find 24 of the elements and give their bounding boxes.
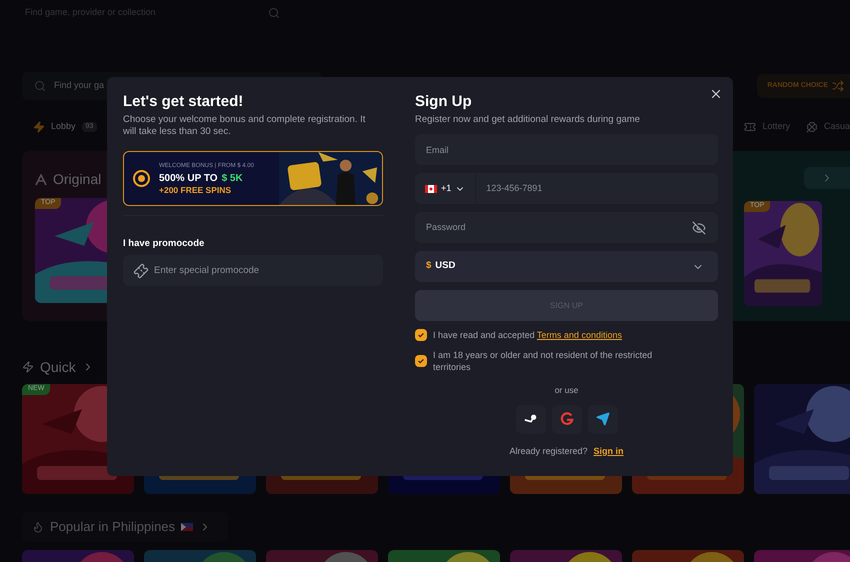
country-code-select[interactable]: +1 — [415, 173, 476, 204]
already-registered-text: Already registered? — [509, 444, 588, 458]
section-title: Quick — [40, 358, 76, 377]
terms-link[interactable]: Terms and conditions — [536, 330, 622, 340]
promocode-field[interactable]: Enter special promocode — [123, 255, 383, 286]
bonus-headline: 500% UP TO — [159, 173, 218, 185]
sign-in-link[interactable]: Sign in — [594, 444, 624, 458]
section-title: Popular in Philippines — [50, 518, 176, 536]
signup-subtitle: Register now and get additional rewards during game — [415, 114, 641, 126]
section-title: Original — [53, 170, 102, 189]
bonus-amount: $ 5K — [222, 173, 243, 185]
dialog-subtitle: Choose your welcome bonus and complete registration. It will take less than 30 sec. — [123, 114, 366, 138]
dollar-icon: $ — [426, 259, 432, 274]
bonus-spins: +200 FREE SPINS — [159, 185, 232, 195]
checkbox-label: I am 18 years or older and not resident of the restricted territories — [433, 349, 654, 373]
promocode-label: I have promocode — [123, 237, 206, 251]
dialog-title: Let's get started! — [123, 93, 244, 111]
phone-field[interactable]: +1 123-456-7891 — [415, 173, 718, 204]
email-field[interactable]: Email — [415, 134, 718, 165]
or-use-text: or use — [554, 384, 580, 397]
checkbox-label: I have read and accepted Terms and conditions — [433, 329, 623, 341]
signup-title: Sign Up — [415, 93, 473, 111]
password-field[interactable]: Password — [415, 212, 718, 243]
currency-select[interactable]: $ USD — [415, 251, 718, 282]
